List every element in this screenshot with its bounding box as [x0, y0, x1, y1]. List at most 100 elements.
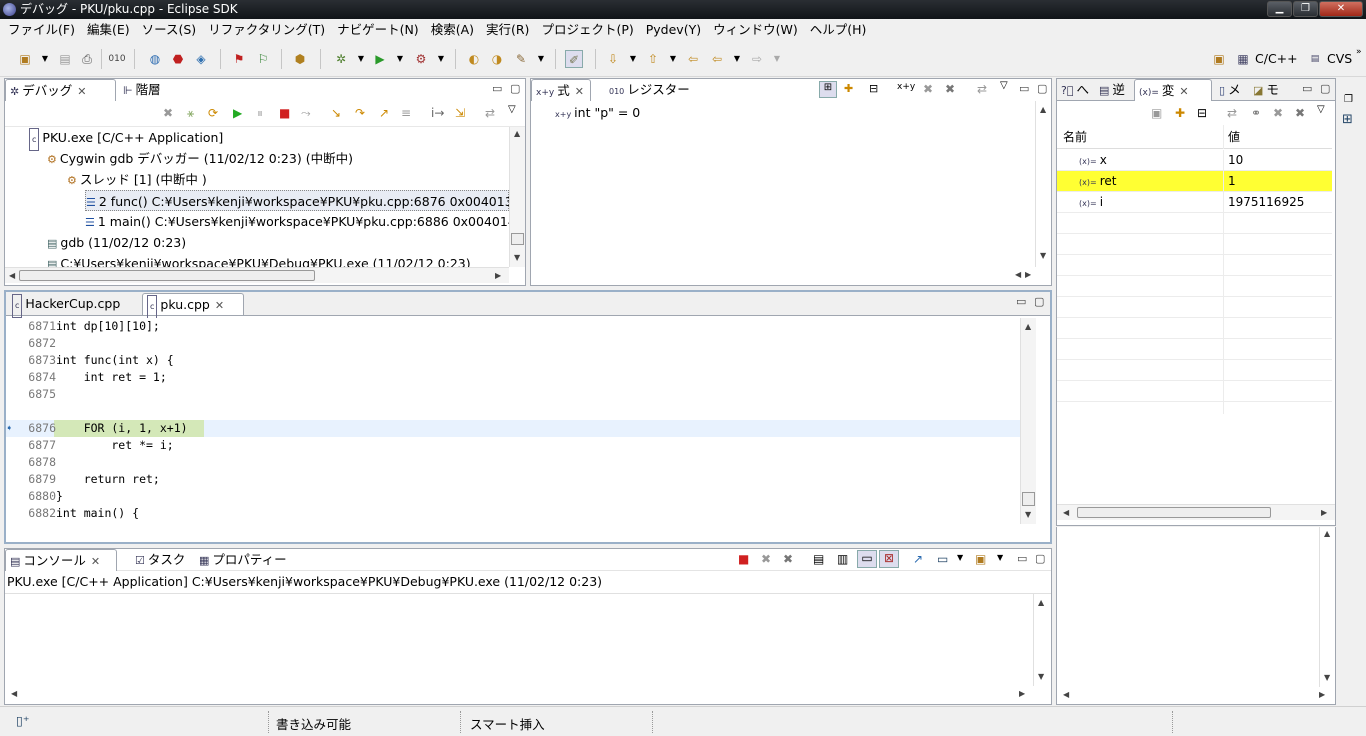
table-row[interactable]: (x)= x 10	[1057, 150, 1332, 171]
remove-terminated-icon[interactable]: ✖	[163, 106, 173, 120]
step-return-icon[interactable]: ↗	[379, 106, 389, 120]
external-tools-icon[interactable]: ⚙	[412, 50, 430, 68]
close-icon[interactable]: ✕	[575, 85, 584, 98]
remove-expression-icon[interactable]: ✖	[923, 82, 933, 96]
maximize-button[interactable]: ❐	[1293, 1, 1318, 17]
debug-dropdown-icon[interactable]: ▼	[352, 50, 370, 68]
cvs-icon[interactable]: ▤	[1306, 50, 1324, 68]
open-console-icon[interactable]: ▣	[975, 552, 986, 566]
remove-all-terminated-icon[interactable]: ✖	[783, 552, 793, 566]
tab-disassembly[interactable]: ▤ 逆	[1095, 79, 1133, 101]
outline-fast-view-icon[interactable]: ⊞	[1342, 112, 1353, 127]
remove-all-icon[interactable]: ✖	[1295, 106, 1305, 120]
pin-console-icon[interactable]: ↗	[913, 552, 923, 566]
cpp-perspective-button[interactable]: C/C++	[1255, 51, 1298, 66]
menu-search[interactable]: 検索(A)	[425, 19, 480, 41]
tab-hierarchy[interactable]: ⊩ 階層	[119, 79, 179, 101]
tab-memory[interactable]: ▯ メ	[1215, 79, 1245, 101]
remove-all-icon[interactable]: ✖	[945, 82, 955, 96]
menu-navigate[interactable]: ナビゲート(N)	[331, 19, 425, 41]
instruction-stepping-icon[interactable]: i→	[431, 106, 444, 120]
add-expression-icon[interactable]: ✚	[844, 82, 853, 95]
debug-target-icon[interactable]: ◈	[192, 50, 210, 68]
minimize-view-icon[interactable]: ▭	[492, 82, 502, 95]
back-dropdown-icon[interactable]: ▼	[728, 50, 746, 68]
more-perspectives-icon[interactable]: »	[1356, 47, 1362, 57]
run-icon[interactable]: ▶	[371, 50, 389, 68]
variables-detail-pane[interactable]: ▲ ▼ ◀ ▶	[1056, 527, 1336, 705]
tab-outline[interactable]: ?⃝ へ	[1057, 79, 1095, 101]
view-menu-icon[interactable]: ▽	[1000, 80, 1008, 91]
step-into-icon[interactable]: ↘	[331, 106, 341, 120]
tree-item-frame[interactable]: ☰ 1 main() C:¥Users¥kenji¥workspace¥PKU¥p…	[85, 211, 509, 232]
connect-icon[interactable]: ⚹	[187, 106, 194, 121]
tree-item-debugger[interactable]: ⚙ Cygwin gdb デバッガー (11/02/12 0:23) (中断中)	[47, 148, 353, 169]
tab-expressions[interactable]: x+y 式 ✕	[531, 79, 591, 101]
view-menu-icon[interactable]: ▽	[1317, 104, 1325, 115]
drop-to-frame-icon[interactable]: ≡	[401, 106, 411, 120]
close-icon[interactable]: ✕	[91, 555, 100, 568]
close-icon[interactable]: ✕	[1179, 85, 1188, 98]
tab-debug[interactable]: ✲ デバッグ ✕	[5, 79, 116, 101]
sync-icon[interactable]: ⇄	[1227, 106, 1237, 120]
expr-horizontal-scrollbar[interactable]: ◀ ▶	[531, 267, 1035, 283]
restore-icon[interactable]: ❐	[1344, 94, 1353, 105]
debug-vertical-scrollbar[interactable]: ▲ ▼	[509, 127, 525, 267]
tab-properties[interactable]: ▦ プロパティー	[195, 549, 295, 571]
menu-help[interactable]: ヘルプ(H)	[804, 19, 873, 41]
variables-horizontal-scrollbar[interactable]: ◀ ▶	[1057, 504, 1335, 520]
maximize-view-icon[interactable]: ▢	[1320, 82, 1330, 95]
menu-project[interactable]: プロジェクト(P)	[535, 19, 639, 41]
show-on-error-icon[interactable]: ⊠	[879, 550, 899, 568]
menu-file[interactable]: ファイル(F)	[2, 19, 81, 41]
tab-hackercup-cpp[interactable]: c HackerCup.cpp	[8, 293, 138, 318]
maximize-editor-icon[interactable]: ▢	[1034, 295, 1044, 308]
close-icon[interactable]: ✕	[77, 85, 86, 98]
open-element-icon[interactable]: ◑	[488, 50, 506, 68]
skip-breakpoint-icon[interactable]: ⚐	[254, 50, 272, 68]
terminate-icon[interactable]: ■	[738, 552, 749, 566]
package-icon[interactable]: ⬢	[291, 50, 309, 68]
maximize-view-icon[interactable]: ▢	[1037, 82, 1047, 95]
tree-item-app[interactable]: c PKU.exe [C/C++ Application]	[29, 127, 223, 151]
sync-icon[interactable]: ⇄	[485, 106, 495, 120]
tree-item-exe[interactable]: ▤ C:¥Users¥kenji¥workspace¥PKU¥Debug¥PKU.…	[47, 253, 471, 267]
close-window-button[interactable]: ✕	[1319, 1, 1363, 17]
new-expression-icon[interactable]: x+y	[897, 82, 915, 92]
expression-item[interactable]: x+y int "p" = 0	[555, 105, 640, 120]
collapse-all-icon[interactable]: ⊟	[1197, 106, 1207, 120]
link-icon[interactable]: ⚭	[1251, 106, 1261, 120]
menu-window[interactable]: ウィンドウ(W)	[707, 19, 804, 41]
external-tools-dropdown-icon[interactable]: ▼	[432, 50, 450, 68]
menu-run[interactable]: 実行(R)	[480, 19, 535, 41]
debug-horizontal-scrollbar[interactable]: ◀ ▶	[5, 267, 509, 283]
minimize-editor-icon[interactable]: ▭	[1016, 295, 1026, 308]
open-perspective-icon[interactable]: ▣	[1210, 50, 1228, 68]
expr-vertical-scrollbar[interactable]: ▲ ▼	[1035, 101, 1051, 267]
console-vertical-scrollbar[interactable]: ▲ ▼	[1033, 594, 1049, 686]
show-on-output-icon[interactable]: ▭	[857, 550, 877, 568]
save-icon[interactable]: ▤	[56, 50, 74, 68]
scroll-lock-icon[interactable]: ▥	[837, 552, 848, 566]
menu-edit[interactable]: 編集(E)	[81, 19, 136, 41]
remove-icon[interactable]: ✖	[1273, 106, 1283, 120]
tab-tasks[interactable]: ☑ タスク	[131, 549, 191, 571]
show-type-names-icon[interactable]: ⊞	[819, 81, 837, 98]
tab-registers[interactable]: 010 レジスター	[605, 79, 695, 101]
print-icon[interactable]: ⎙	[78, 50, 96, 68]
add-global-icon[interactable]: ✚	[1175, 106, 1185, 120]
view-menu-icon[interactable]: ▽	[508, 104, 516, 115]
collapse-all-icon[interactable]: ⊟	[869, 82, 878, 95]
minimize-view-icon[interactable]: ▭	[1302, 82, 1312, 95]
toggle-mark-icon[interactable]: ✐	[565, 50, 583, 68]
show-type-names-icon[interactable]: ▣	[1151, 106, 1162, 120]
forward-dropdown-icon[interactable]: ▼	[768, 50, 786, 68]
minimize-view-icon[interactable]: ▭	[1017, 552, 1027, 565]
last-edit-icon[interactable]: ⇦	[684, 50, 702, 68]
open-console-dropdown-icon[interactable]: ▼	[997, 553, 1003, 562]
close-icon[interactable]: ✕	[215, 299, 224, 312]
next-annotation-icon[interactable]: ⇩	[604, 50, 622, 68]
run-dropdown-icon[interactable]: ▼	[391, 50, 409, 68]
new-dropdown-icon[interactable]: ▼	[36, 50, 54, 68]
sync-icon[interactable]: ⇄	[977, 82, 987, 96]
